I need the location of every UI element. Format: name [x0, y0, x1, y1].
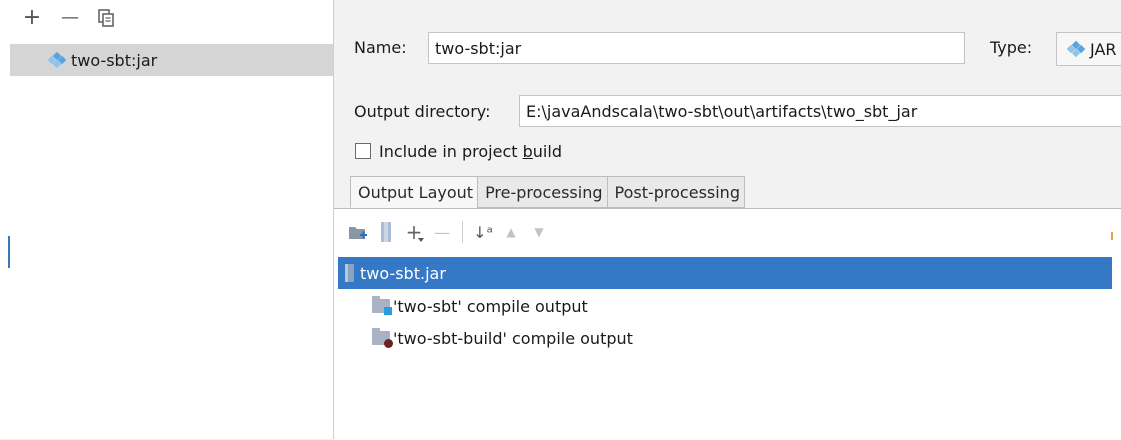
tab-post-processing[interactable]: Post-processing: [606, 176, 745, 208]
module-output-icon: [372, 296, 392, 315]
output-directory-field[interactable]: [519, 95, 1121, 127]
folder-add-icon: [349, 227, 367, 239]
jar-icon: [345, 264, 354, 282]
type-value: JAR: [1090, 39, 1117, 59]
add-artifact-button[interactable]: +: [20, 6, 44, 30]
jar-type-icon: [1065, 40, 1087, 58]
tab-output-layout[interactable]: Output Layout: [350, 176, 478, 208]
layout-tabs: Output Layout Pre-processing Post-proces…: [350, 176, 745, 208]
copy-artifact-button[interactable]: [94, 6, 118, 30]
layout-toolbar: + — ↓ᵃ ▲ ▼: [344, 217, 553, 247]
archive-icon: [381, 222, 391, 242]
panel-edge-marker: [1111, 232, 1113, 240]
arrow-up-icon: ▲: [506, 225, 516, 239]
layout-child-two-sbt-output[interactable]: 'two-sbt' compile output: [372, 290, 588, 322]
arrow-down-icon: ▼: [534, 225, 544, 239]
include-in-build-checkbox[interactable]: [355, 143, 371, 159]
output-directory-label: Output directory:: [354, 102, 491, 121]
new-directory-button[interactable]: [344, 218, 372, 246]
layout-root-jar[interactable]: two-sbt.jar: [338, 257, 1112, 289]
artifacts-panel: + — two-sbt:jar: [0, 0, 334, 439]
new-archive-button[interactable]: [372, 218, 400, 246]
output-layout-area: + — ↓ᵃ ▲ ▼ two-sbt.jar 'two-sbt' compile…: [334, 208, 1121, 440]
layout-child-label: 'two-sbt' compile output: [393, 296, 588, 316]
toolbar-separator: [462, 221, 463, 243]
tab-pre-processing[interactable]: Pre-processing: [477, 176, 607, 208]
minus-icon: —: [434, 222, 450, 242]
splitter-marker: [8, 236, 10, 268]
artifact-item-two-sbt-jar[interactable]: two-sbt:jar: [10, 44, 333, 76]
dropdown-triangle-icon: [418, 238, 424, 242]
layout-child-two-sbt-build-output[interactable]: 'two-sbt-build' compile output: [372, 322, 633, 354]
module-output-icon: [372, 328, 393, 348]
sort-alpha-icon: ↓ᵃ: [473, 222, 493, 242]
sort-elements-button[interactable]: ↓ᵃ: [469, 218, 497, 246]
move-down-button[interactable]: ▼: [525, 218, 553, 246]
type-label: Type:: [990, 38, 1033, 57]
include-in-build-label: Include in project build: [379, 142, 562, 161]
artifact-item-label: two-sbt:jar: [71, 50, 158, 70]
artifacts-toolbar: + —: [0, 0, 333, 38]
minus-icon: —: [61, 7, 79, 28]
artifact-icon: [46, 51, 68, 69]
copy-icon: [98, 9, 114, 27]
artifact-settings: Name: Type: JAR Output directory: Includ…: [334, 0, 1121, 440]
type-select[interactable]: JAR: [1056, 32, 1121, 66]
plus-icon: +: [22, 5, 42, 30]
name-field[interactable]: [428, 32, 965, 64]
layout-child-label: 'two-sbt-build' compile output: [393, 328, 633, 348]
add-copy-button[interactable]: +: [400, 218, 428, 246]
move-up-button[interactable]: ▲: [497, 218, 525, 246]
name-label: Name:: [354, 38, 407, 57]
layout-root-label: two-sbt.jar: [360, 263, 446, 283]
remove-element-button[interactable]: —: [428, 218, 456, 246]
remove-artifact-button[interactable]: —: [58, 6, 82, 30]
